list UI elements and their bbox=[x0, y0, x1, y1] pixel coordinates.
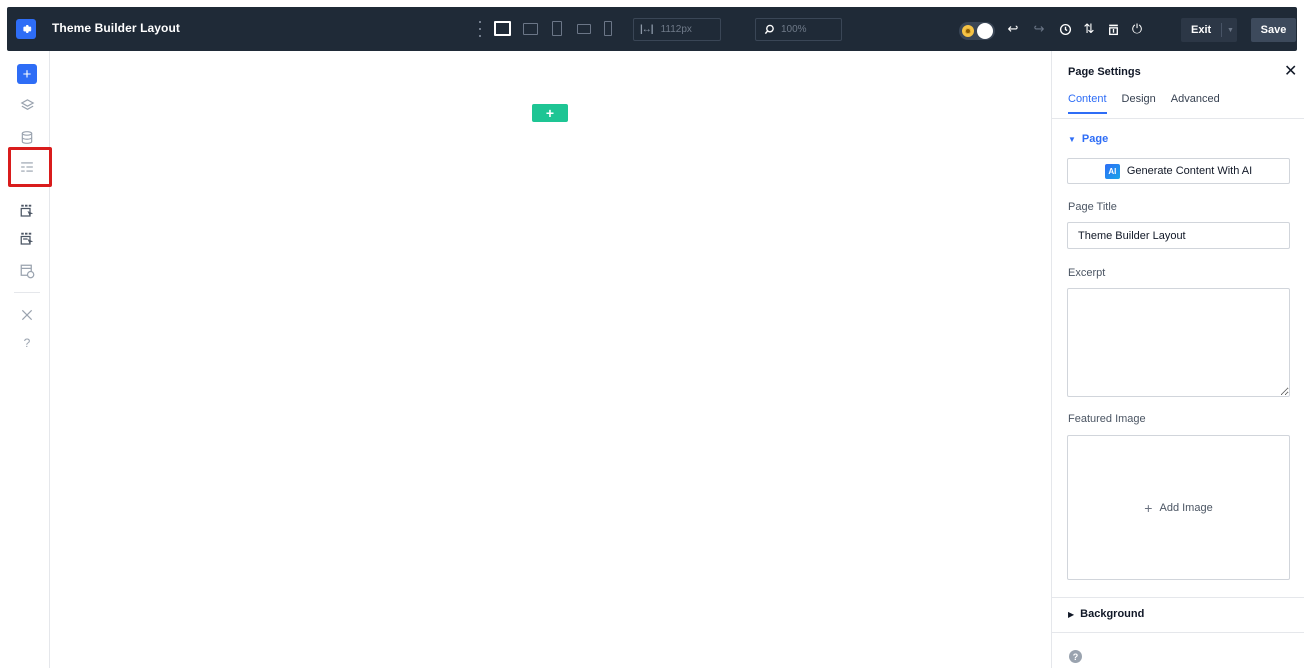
add-module-button[interactable]: + bbox=[17, 64, 37, 84]
exit-dropdown-caret-icon[interactable]: ▼ bbox=[1222, 27, 1234, 34]
add-section-button[interactable]: + bbox=[532, 104, 568, 122]
redo-icon[interactable]: ↪ bbox=[1030, 20, 1048, 38]
exit-label: Exit bbox=[1191, 24, 1212, 36]
tablet-view-icon[interactable] bbox=[552, 21, 562, 36]
panel-footer-divider bbox=[1052, 632, 1304, 633]
background-section-toggle[interactable]: ▶ Background bbox=[1068, 608, 1144, 620]
app-window: Theme Builder Layout |↔| ✹ ↩ ↪ ⇅ ⏻ bbox=[0, 0, 1304, 668]
tabs-divider bbox=[1052, 118, 1304, 119]
tablet-landscape-view-icon[interactable] bbox=[577, 24, 591, 34]
tab-advanced[interactable]: Advanced bbox=[1171, 93, 1220, 114]
history-clock-icon[interactable] bbox=[1056, 20, 1074, 38]
wide-view-icon[interactable] bbox=[523, 23, 538, 35]
builder-settings-gear-icon[interactable] bbox=[16, 19, 36, 39]
page-section-toggle[interactable]: ▼ Page bbox=[1068, 133, 1108, 145]
layers-icon[interactable] bbox=[17, 95, 37, 115]
desktop-view-icon[interactable] bbox=[494, 21, 511, 36]
page-settings-panel: Page Settings ✕ Content Design Advanced … bbox=[1051, 51, 1304, 668]
sidebar-divider bbox=[14, 292, 40, 293]
zoom-input[interactable] bbox=[781, 24, 831, 35]
left-sidebar: + ? bbox=[0, 51, 52, 668]
top-toolbar: Theme Builder Layout |↔| ✹ ↩ ↪ ⇅ ⏻ bbox=[7, 7, 1297, 51]
background-section-divider bbox=[1052, 597, 1304, 598]
panel-title: Page Settings bbox=[1068, 66, 1141, 78]
close-icon[interactable]: ✕ bbox=[1284, 61, 1297, 81]
caret-right-icon: ▶ bbox=[1068, 609, 1075, 619]
help-question-icon[interactable]: ? bbox=[17, 333, 37, 353]
more-options-icon[interactable] bbox=[477, 21, 483, 37]
page-title-input[interactable] bbox=[1067, 222, 1290, 249]
zoom-field[interactable] bbox=[755, 18, 842, 41]
caret-down-icon: ▼ bbox=[1068, 134, 1076, 144]
help-circle-icon[interactable]: ? bbox=[1069, 650, 1082, 663]
tools-icon[interactable] bbox=[17, 305, 37, 325]
generate-ai-button[interactable]: AI Generate Content With AI bbox=[1067, 158, 1290, 184]
canvas-width-input[interactable] bbox=[660, 24, 711, 35]
generate-ai-label: Generate Content With AI bbox=[1126, 165, 1253, 177]
excerpt-textarea[interactable] bbox=[1067, 288, 1290, 397]
highlight-annotation-box bbox=[8, 147, 52, 187]
theme-mode-toggle[interactable]: ✹ bbox=[959, 22, 995, 40]
zoom-search-icon bbox=[764, 24, 774, 35]
page-title-label: Page Title bbox=[1068, 201, 1117, 213]
canvas-width-field[interactable]: |↔| bbox=[633, 18, 721, 41]
width-arrows-icon: |↔| bbox=[640, 24, 654, 35]
preview-layout-icon[interactable] bbox=[17, 261, 37, 281]
tab-design[interactable]: Design bbox=[1122, 93, 1156, 114]
featured-image-label: Featured Image bbox=[1068, 413, 1146, 425]
page-section-label: Page bbox=[1081, 133, 1109, 145]
portability-icon[interactable] bbox=[1104, 20, 1122, 38]
power-icon[interactable]: ⏻ bbox=[1128, 20, 1146, 38]
toggle-knob bbox=[977, 23, 993, 39]
save-button[interactable]: Save bbox=[1251, 18, 1296, 42]
background-section-label: Background bbox=[1080, 608, 1145, 620]
layout-title: Theme Builder Layout bbox=[52, 21, 181, 35]
ai-badge-icon: AI bbox=[1104, 163, 1120, 179]
tab-content[interactable]: Content bbox=[1068, 93, 1107, 114]
exit-button[interactable]: Exit ▼ bbox=[1181, 18, 1237, 42]
multi-select-pointer-icon[interactable] bbox=[17, 229, 37, 249]
database-icon[interactable] bbox=[17, 127, 37, 147]
sort-arrows-icon[interactable]: ⇅ bbox=[1080, 20, 1098, 38]
phone-view-icon[interactable] bbox=[604, 21, 612, 36]
undo-icon[interactable]: ↩ bbox=[1004, 20, 1022, 38]
add-image-dropzone[interactable]: + Add Image bbox=[1067, 435, 1290, 580]
add-image-label: Add Image bbox=[1159, 501, 1213, 514]
plus-icon: + bbox=[1144, 499, 1153, 516]
sun-icon: ✹ bbox=[962, 25, 974, 37]
excerpt-label: Excerpt bbox=[1068, 267, 1106, 279]
panel-tabs: Content Design Advanced bbox=[1068, 93, 1235, 114]
select-pointer-icon[interactable] bbox=[17, 201, 37, 221]
